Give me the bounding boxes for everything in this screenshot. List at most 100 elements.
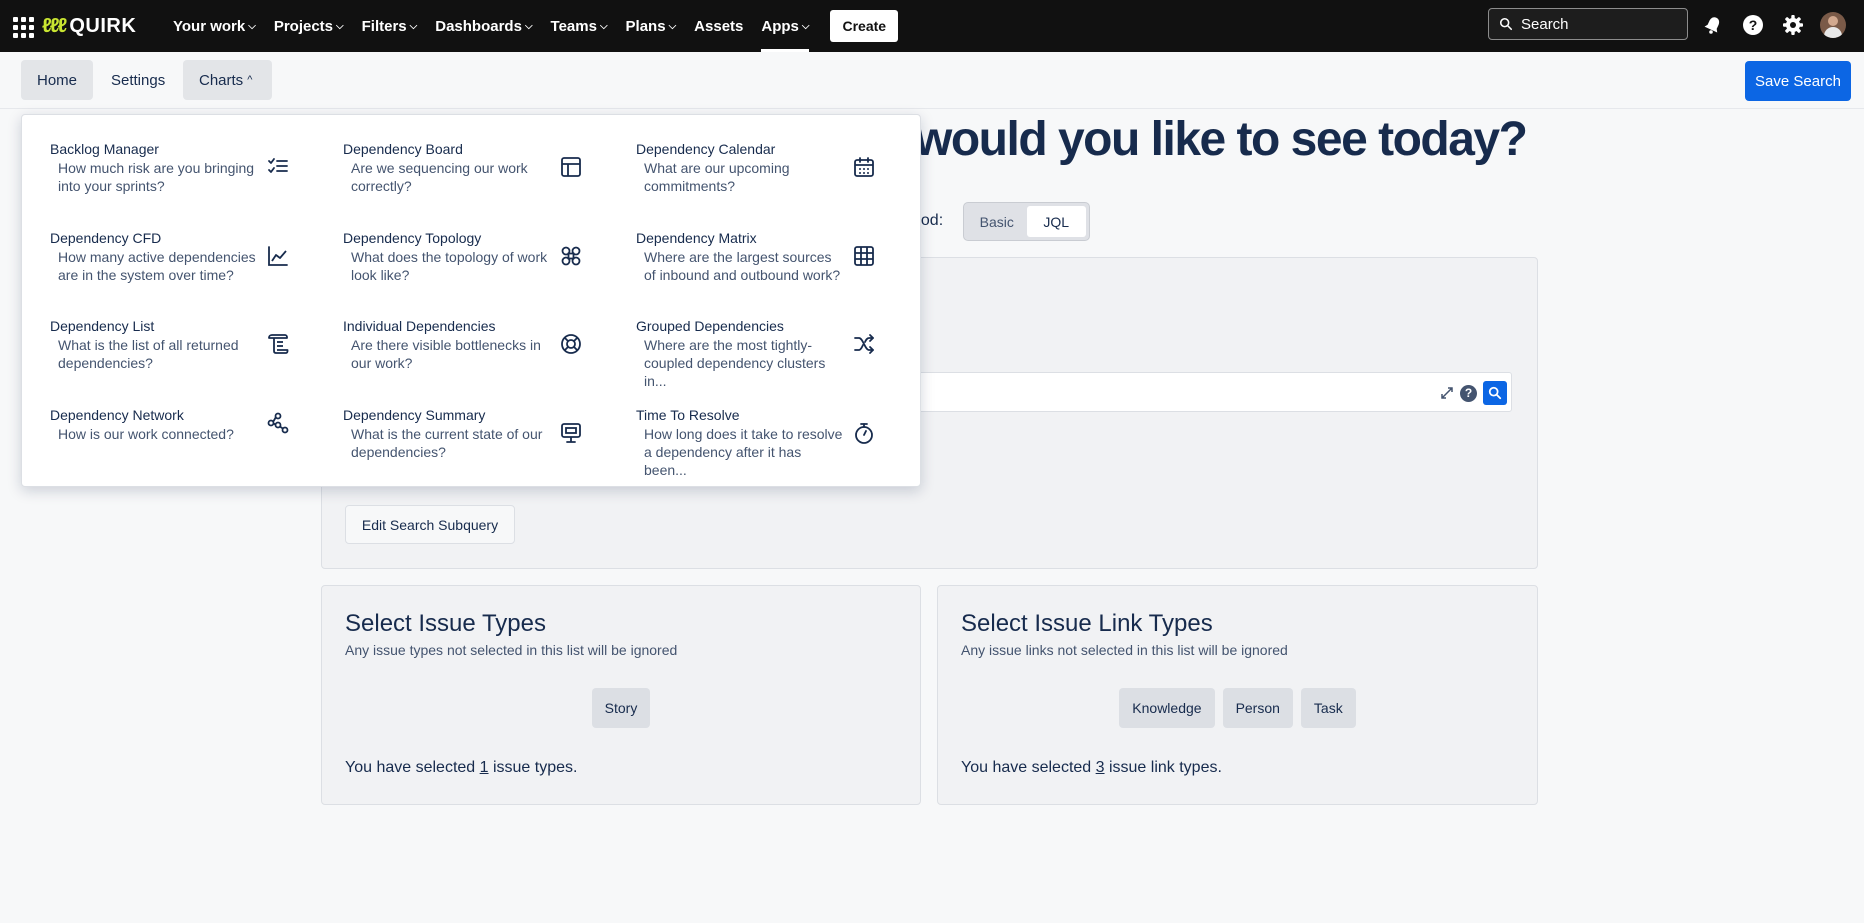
link-type-chip-person[interactable]: Person <box>1222 688 1293 728</box>
tab-charts[interactable]: Charts ^ <box>183 60 272 100</box>
top-navigation: ℓℓℓ QUIRK Your work ⌵ Projects ⌵ Filters ⌵ … <box>0 0 1864 52</box>
chart-option-title: Grouped Dependencies <box>636 318 784 334</box>
nav-your-work[interactable]: Your work ⌵ <box>173 0 256 52</box>
chart-option-title: Dependency Topology <box>343 230 482 246</box>
nav-apps[interactable]: Apps ⌵ <box>761 0 810 52</box>
nav-projects[interactable]: Projects ⌵ <box>274 0 344 52</box>
notifications-icon[interactable] <box>1700 10 1726 40</box>
count-prefix: You have selected <box>345 759 480 776</box>
topology-icon <box>561 246 581 266</box>
method-basic-option[interactable]: Basic <box>967 206 1027 237</box>
chart-option-dependency-topology[interactable]: Dependency Topology What does the topolo… <box>315 204 593 283</box>
avatar[interactable] <box>1820 12 1846 38</box>
selected-count-text: You have selected 3 issue link types. <box>961 759 1222 777</box>
chart-option-dependency-network[interactable]: Dependency Network How is our work conne… <box>22 381 300 453</box>
card-title: Select Issue Types <box>345 610 546 637</box>
nav-plans[interactable]: Plans ⌵ <box>626 0 677 52</box>
nav-label: Plans <box>625 17 666 35</box>
chart-option-title: Dependency Network <box>50 407 184 423</box>
chart-option-description: How long does it take to resolve a depen… <box>644 426 843 478</box>
card-subtitle: Any issue types not selected in this lis… <box>345 642 678 658</box>
checklist-icon <box>268 158 288 173</box>
chart-option-dependency-matrix[interactable]: Dependency Matrix Where are the largest … <box>608 204 886 283</box>
chart-option-individual-dependencies[interactable]: Individual Dependencies Are there visibl… <box>315 292 593 371</box>
count-prefix: You have selected <box>961 759 1096 776</box>
chart-option-backlog-manager[interactable]: Backlog Manager How much risk are you br… <box>22 115 300 194</box>
issue-types-card: Select Issue Types Any issue types not s… <box>321 585 921 805</box>
chart-option-description: What are our upcoming commitments? <box>644 160 790 194</box>
nav-label: Assets <box>694 17 744 35</box>
method-jql-option[interactable]: JQL <box>1026 206 1086 237</box>
chart-option-dependency-cfd[interactable]: Dependency CFD How many active dependenc… <box>22 204 300 283</box>
settings-icon[interactable] <box>1780 10 1806 40</box>
grid-icon <box>854 246 874 266</box>
logo[interactable]: ℓℓℓ QUIRK <box>42 12 136 40</box>
chevron-down-icon: ⌵ <box>599 20 608 32</box>
chart-option-title: Dependency CFD <box>50 230 162 246</box>
chevron-down-icon: ⌵ <box>524 20 533 32</box>
edit-search-subquery-button[interactable]: Edit Search Subquery <box>345 505 515 544</box>
page-headline: would you like to see today? <box>915 113 1528 166</box>
expand-icon[interactable] <box>1440 386 1454 400</box>
create-button[interactable]: Create <box>830 10 899 42</box>
chart-option-description: Are there visible bottlenecks in our wor… <box>351 337 541 371</box>
chart-option-dependency-board[interactable]: Dependency Board Are we sequencing our w… <box>315 115 593 194</box>
board-layout-icon <box>561 157 581 177</box>
issue-type-chips: Story <box>322 688 920 728</box>
jql-search-button[interactable] <box>1483 381 1507 405</box>
nav-assets[interactable]: Assets <box>694 0 743 52</box>
tab-label: Home <box>37 71 78 89</box>
chevron-down-icon: ⌵ <box>336 20 344 32</box>
save-search-button[interactable]: Save Search <box>1745 61 1851 101</box>
svg-text:?: ? <box>1749 17 1758 33</box>
jql-query-input[interactable] <box>900 372 1512 412</box>
nav-teams[interactable]: Teams ⌵ <box>551 0 608 52</box>
charts-dropdown-menu: Backlog Manager How much risk are you br… <box>21 114 921 487</box>
chart-option-title: Dependency Calendar <box>636 141 776 157</box>
chart-option-description: What is the current state of our depende… <box>351 426 543 460</box>
jql-help-icon[interactable]: ? <box>1460 384 1477 402</box>
logo-text: QUIRK <box>69 14 137 37</box>
chart-option-title: Time To Resolve <box>636 407 740 423</box>
chart-option-grouped-dependencies[interactable]: Grouped Dependencies Where are the most … <box>608 292 886 389</box>
chart-option-title: Dependency Summary <box>343 407 486 423</box>
chevron-down-icon: ⌵ <box>801 20 810 32</box>
scroll-list-icon <box>268 334 289 354</box>
card-title: Select Issue Link Types <box>961 610 1213 637</box>
chart-option-title: Dependency List <box>50 318 155 334</box>
chart-option-description: Are we sequencing our work correctly? <box>351 160 528 194</box>
nav-dashboards[interactable]: Dashboards ⌵ <box>435 0 532 52</box>
calendar-icon <box>854 157 874 177</box>
nav-label: Apps <box>761 17 799 35</box>
issue-link-types-card: Select Issue Link Types Any issue links … <box>937 585 1538 805</box>
chevron-up-icon: ^ <box>247 74 253 86</box>
area-chart-icon <box>268 246 288 266</box>
monitor-icon <box>561 423 581 443</box>
chart-option-dependency-list[interactable]: Dependency List What is the list of all … <box>22 292 300 371</box>
app-switcher-icon[interactable] <box>10 14 34 38</box>
chart-option-time-to-resolve[interactable]: Time To Resolve How long does it take to… <box>608 381 886 478</box>
nav-label: Projects <box>273 17 334 35</box>
nav-filters[interactable]: Filters ⌵ <box>362 0 418 52</box>
chart-option-description: How much risk are you bringing into your… <box>58 160 255 194</box>
help-icon[interactable]: ? <box>1740 10 1766 40</box>
logo-mark-icon: ℓℓℓ <box>42 14 67 37</box>
chart-option-dependency-summary[interactable]: Dependency Summary What is the current s… <box>315 381 593 460</box>
issue-type-chip-story[interactable]: Story <box>591 688 651 728</box>
global-search[interactable] <box>1488 8 1688 40</box>
chart-option-dependency-calendar[interactable]: Dependency Calendar What are our upcomin… <box>608 115 886 194</box>
search-method-toggle: Basic JQL <box>963 202 1090 241</box>
chart-option-title: Dependency Matrix <box>636 230 757 246</box>
chart-option-description: How many active dependencies are in the … <box>58 249 256 283</box>
search-icon <box>1488 386 1502 400</box>
selected-count: 1 <box>479 759 489 776</box>
nav-label: Teams <box>550 17 597 35</box>
tab-home[interactable]: Home <box>21 60 94 100</box>
tab-settings[interactable]: Settings <box>95 60 181 100</box>
search-input[interactable] <box>1521 15 1671 33</box>
link-type-chip-knowledge[interactable]: Knowledge <box>1119 688 1215 728</box>
link-type-chips: Knowledge Person Task <box>938 688 1537 728</box>
count-suffix: issue types. <box>488 759 578 776</box>
nav-label: Filters <box>361 17 407 35</box>
link-type-chip-task[interactable]: Task <box>1300 688 1356 728</box>
